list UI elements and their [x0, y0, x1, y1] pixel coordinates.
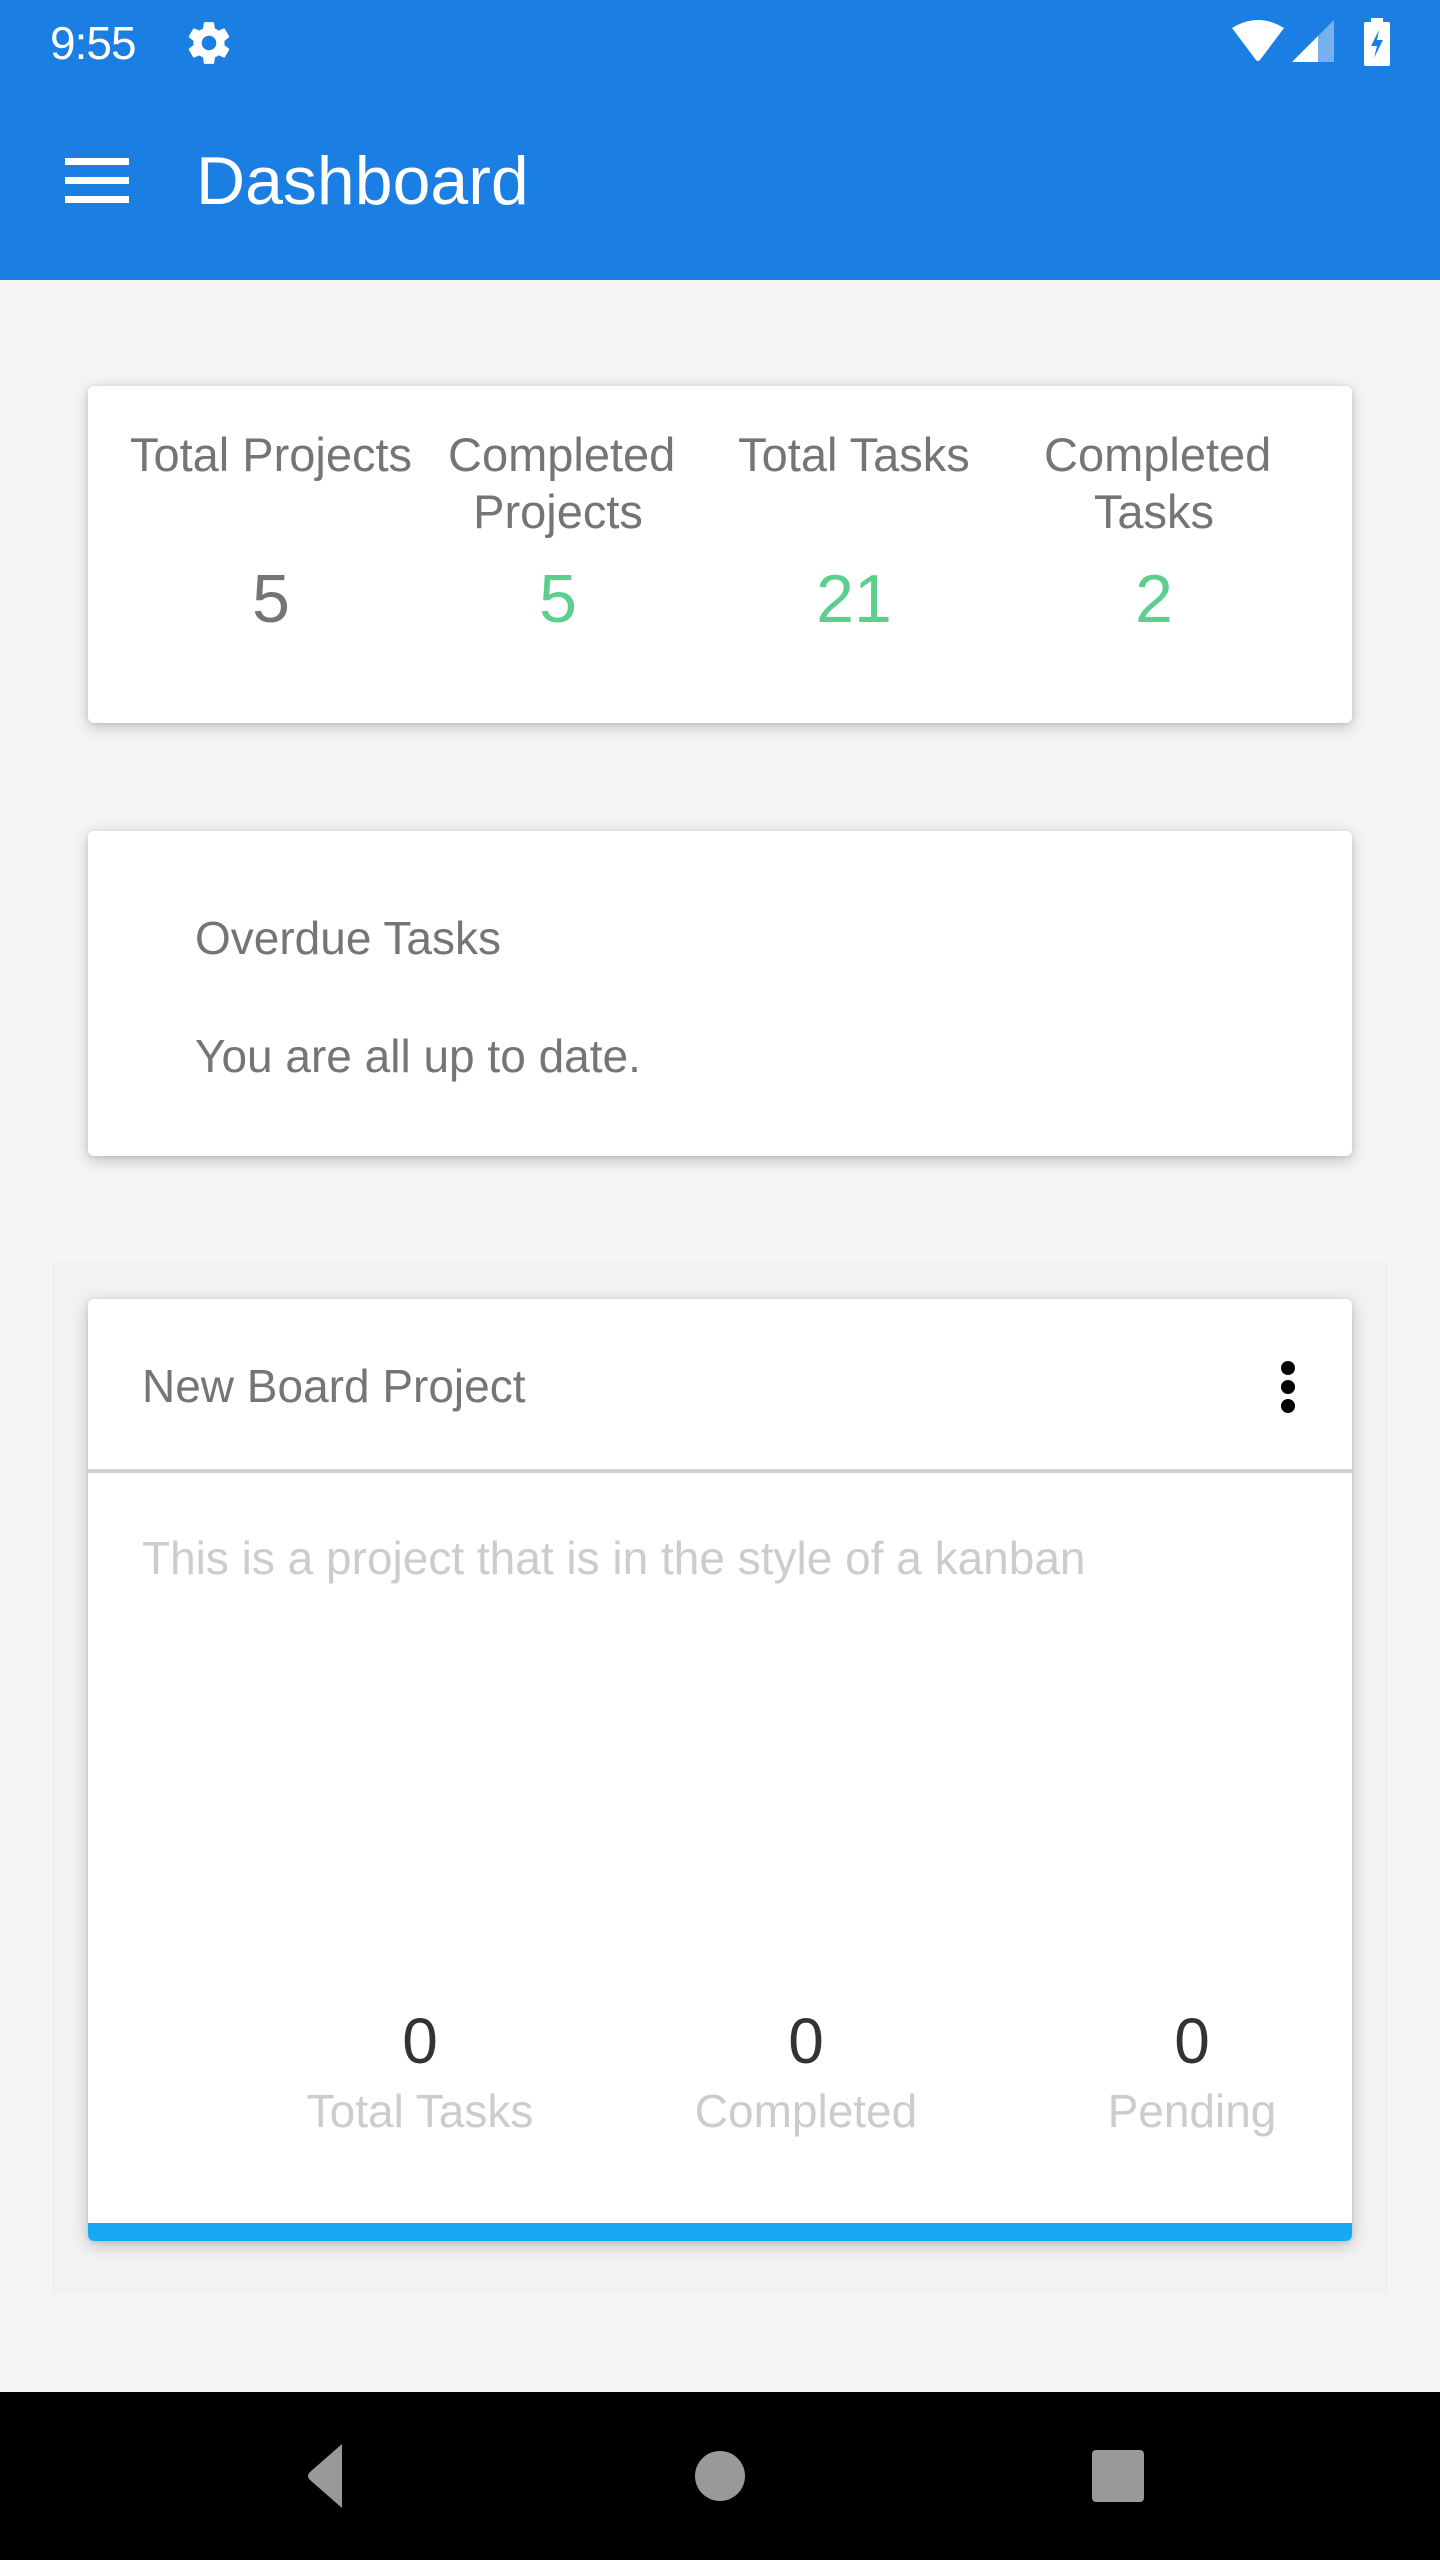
stat-completed-tasks: Completed Tasks 2	[1004, 426, 1304, 638]
home-icon	[695, 2451, 745, 2501]
app-bar: Dashboard	[0, 84, 1440, 280]
overdue-tasks-card: Overdue Tasks You are all up to date.	[88, 831, 1352, 1156]
divider	[88, 1469, 1352, 1473]
recents-icon	[1092, 2450, 1144, 2502]
project-stat-total-tasks: 0 Total Tasks	[230, 2004, 610, 2138]
progress-fill	[88, 2223, 1352, 2241]
page-title: Dashboard	[196, 143, 529, 219]
stat-total-tasks: Total Tasks 21	[704, 426, 1004, 638]
stat-value: 0	[1174, 2005, 1210, 2077]
project-stat-completed: 0 Completed	[616, 2004, 996, 2138]
wifi-icon	[1232, 20, 1284, 61]
menu-button[interactable]	[40, 146, 156, 216]
more-options-button[interactable]	[1248, 1347, 1328, 1427]
project-stat-pending: 0 Pending	[1002, 2004, 1352, 2138]
back-button[interactable]	[260, 2436, 380, 2516]
stat-value: 0	[402, 2005, 438, 2077]
stat-value: 2	[1135, 561, 1173, 637]
stat-label: Total Projects	[129, 428, 413, 481]
status-time: 9:55	[50, 17, 137, 69]
home-button[interactable]	[660, 2436, 780, 2516]
project-title: New Board Project	[142, 1360, 526, 1412]
recents-button[interactable]	[1058, 2436, 1178, 2516]
overdue-title: Overdue Tasks	[195, 912, 501, 964]
stat-label: Completed Tasks	[1044, 428, 1272, 538]
stat-value: 21	[816, 561, 892, 637]
stat-completed-projects: Completed Projects 5	[408, 426, 708, 638]
overdue-message: You are all up to date.	[195, 1030, 641, 1082]
status-bar: 9:55	[0, 0, 1440, 84]
back-icon	[308, 2444, 342, 2508]
system-nav-bar	[0, 2392, 1440, 2560]
battery-charging-icon	[1364, 18, 1390, 66]
summary-stats-card: Total Projects 5 Completed Projects 5 To…	[88, 386, 1352, 723]
stat-value: 5	[252, 561, 290, 637]
stat-label: Total Tasks	[738, 428, 970, 481]
stat-value: 5	[539, 561, 577, 637]
stat-label: Completed Projects	[448, 428, 676, 538]
stat-label: Total Tasks	[306, 2085, 534, 2137]
stat-label: Completed	[694, 2085, 918, 2137]
stat-total-projects: Total Projects 5	[121, 426, 421, 638]
stat-value: 0	[788, 2005, 824, 2077]
project-card[interactable]: New Board Project This is a project that…	[88, 1299, 1352, 2241]
signal-icon	[1292, 20, 1334, 62]
project-header: New Board Project	[88, 1299, 1352, 1469]
stat-label: Pending	[1107, 2085, 1277, 2137]
project-description: This is a project that is in the style o…	[142, 1532, 1086, 1584]
gear-icon	[188, 22, 230, 64]
project-progress-bar	[88, 2223, 1352, 2241]
